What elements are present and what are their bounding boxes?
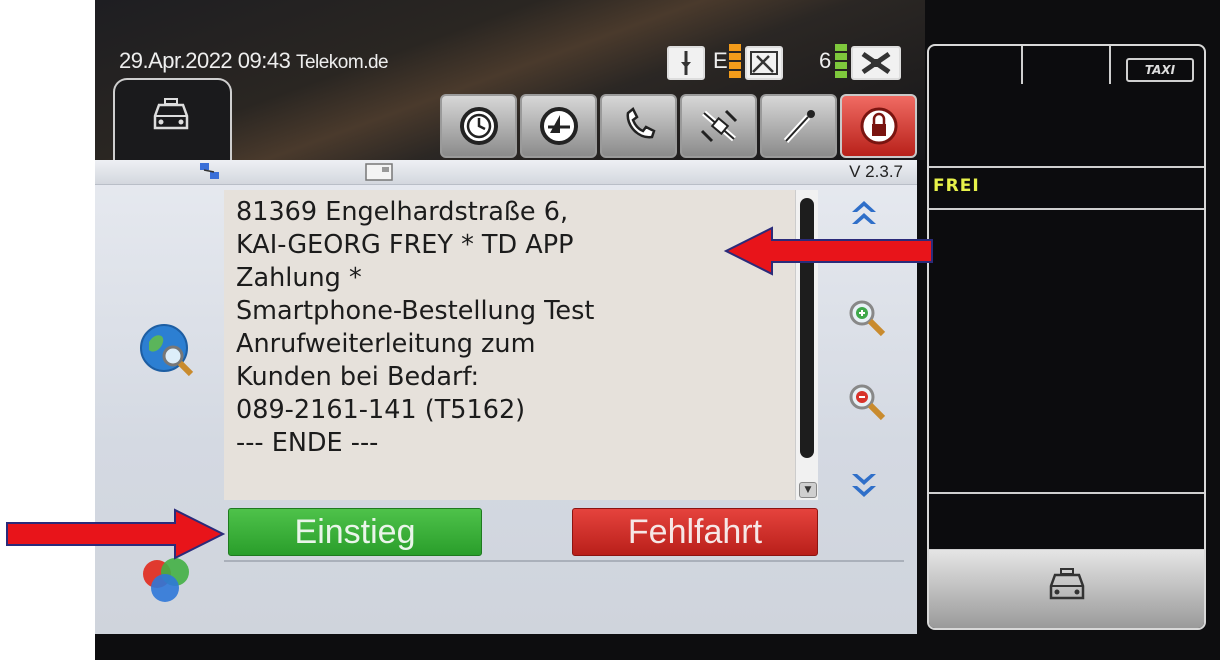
panel-divider <box>224 560 904 562</box>
satellite-icon <box>700 109 737 143</box>
message-text: 81369 Engelhardstraße 6, KAI-GEORG FREY *… <box>224 190 796 460</box>
meter-divider <box>1109 46 1111 84</box>
taxi-mode-button[interactable] <box>929 550 1204 628</box>
phone-book-button[interactable] <box>520 94 597 158</box>
message-card-icon <box>365 163 393 181</box>
globe-search-icon[interactable] <box>137 320 197 382</box>
zoom-out-icon[interactable] <box>847 382 889 424</box>
zoom-in-icon[interactable] <box>847 298 889 340</box>
message-line: Zahlung * <box>236 263 362 293</box>
status-separator <box>929 166 1204 168</box>
meter-divider <box>1021 46 1023 84</box>
message-line: --- ENDE --- <box>236 428 379 458</box>
message-line: 089-2161-141 (T5162) <box>236 395 526 425</box>
signal-strength-bars <box>835 44 847 78</box>
device-screen: 29.Apr.2022 09:43 Telekom.de E 6 V 2.3.7… <box>95 0 1220 660</box>
color-circles-icon[interactable] <box>135 554 199 606</box>
timer-button[interactable] <box>440 94 517 158</box>
settings-tool-icon <box>783 110 815 144</box>
taxi-icon <box>1049 568 1085 600</box>
timer-icon <box>459 107 498 145</box>
network-icon <box>200 163 219 179</box>
status-separator <box>929 492 1204 494</box>
message-line: Anrufweiterleitung zum <box>236 329 536 359</box>
taxi-tab[interactable] <box>113 78 232 162</box>
message-line: KAI-GEORG FREY * TD APP <box>236 230 574 260</box>
message-box: 81369 Engelhardstraße 6, KAI-GEORG FREY *… <box>224 190 798 500</box>
scroll-up-double-icon[interactable] <box>847 194 881 228</box>
status-bar: 29.Apr.2022 09:43 Telekom.de E 6 <box>95 0 925 162</box>
gps-off-icon <box>745 46 783 80</box>
taxi-sign-icon: TAXI <box>1126 58 1194 82</box>
phone-mode-icon <box>667 46 705 80</box>
einstieg-button[interactable]: Einstieg <box>228 508 482 556</box>
panel-header: V 2.3.7 <box>95 160 917 185</box>
datetime-text: 29.Apr.2022 09:43 <box>119 48 291 73</box>
gps-label: E <box>713 48 728 73</box>
annotation-arrow-right <box>6 508 226 560</box>
lock-button[interactable] <box>840 94 917 158</box>
scroll-down-double-icon[interactable] <box>847 470 881 504</box>
settings-button[interactable] <box>760 94 837 158</box>
status-frei: FREI <box>933 176 980 196</box>
message-line: Kunden bei Bedarf: <box>236 362 480 392</box>
phone-icon <box>626 107 656 139</box>
scroll-down-arrow[interactable]: ▼ <box>799 482 817 498</box>
satellite-status-icon <box>851 46 901 80</box>
network-name: Telekom.de <box>295 52 389 73</box>
fehlfahrt-button[interactable]: Fehlfahrt <box>572 508 818 556</box>
satellite-button[interactable] <box>680 94 757 158</box>
signal-label: 6 <box>819 48 832 73</box>
phone-button[interactable] <box>600 94 677 158</box>
annotation-arrow-left <box>723 226 933 276</box>
lock-icon <box>860 107 897 145</box>
taxi-status-panel: TAXI FREI <box>927 44 1206 630</box>
message-line: 81369 Engelhardstraße 6, <box>236 197 569 227</box>
gps-strength-bars <box>729 44 741 78</box>
datetime-network: 29.Apr.2022 09:43 Telekom.de <box>119 48 389 74</box>
version-label: V 2.3.7 <box>849 162 903 181</box>
phone-book-icon <box>539 107 578 145</box>
message-line: Smartphone-Bestellung Test <box>236 296 595 326</box>
status-separator <box>929 208 1204 210</box>
taxi-icon <box>153 98 189 130</box>
